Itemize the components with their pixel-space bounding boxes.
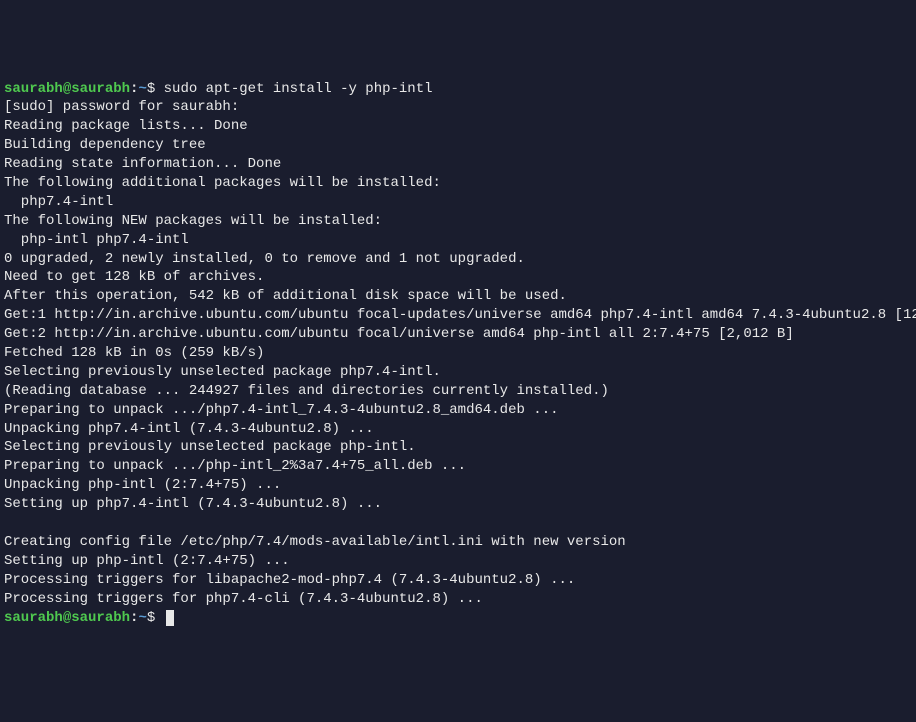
output-line: Get:1 http://in.archive.ubuntu.com/ubunt… bbox=[4, 307, 916, 323]
prompt-host: saurabh bbox=[71, 610, 130, 626]
output-line: 0 upgraded, 2 newly installed, 0 to remo… bbox=[4, 251, 525, 267]
prompt-line-2: saurabh@saurabh:~$ bbox=[4, 610, 174, 626]
output-line: Setting up php-intl (2:7.4+75) ... bbox=[4, 553, 290, 569]
output-line: The following additional packages will b… bbox=[4, 175, 441, 191]
output-line: Creating config file /etc/php/7.4/mods-a… bbox=[4, 534, 626, 550]
prompt-user: saurabh bbox=[4, 610, 63, 626]
output-line: Processing triggers for libapache2-mod-p… bbox=[4, 572, 575, 588]
output-line: The following NEW packages will be insta… bbox=[4, 213, 382, 229]
output-line: Reading state information... Done bbox=[4, 156, 281, 172]
prompt-user: saurabh bbox=[4, 81, 63, 97]
prompt-symbol: $ bbox=[147, 610, 155, 626]
output-line: Selecting previously unselected package … bbox=[4, 364, 441, 380]
prompt-symbol: $ bbox=[147, 81, 155, 97]
prompt-colon: : bbox=[130, 610, 138, 626]
prompt-path: ~ bbox=[138, 610, 146, 626]
prompt-path: ~ bbox=[138, 81, 146, 97]
cursor[interactable] bbox=[166, 610, 174, 626]
output-line: Unpacking php7.4-intl (7.4.3-4ubuntu2.8)… bbox=[4, 421, 374, 437]
output-line: Preparing to unpack .../php-intl_2%3a7.4… bbox=[4, 458, 466, 474]
output-line: Reading package lists... Done bbox=[4, 118, 248, 134]
output-line: Building dependency tree bbox=[4, 137, 264, 153]
output-line: [sudo] password for saurabh: bbox=[4, 99, 248, 115]
prompt-at: @ bbox=[63, 81, 71, 97]
prompt-host: saurabh bbox=[71, 81, 130, 97]
output-line: After this operation, 542 kB of addition… bbox=[4, 288, 567, 304]
output-line: Unpacking php-intl (2:7.4+75) ... bbox=[4, 477, 281, 493]
output-line: (Reading database ... 244927 files and d… bbox=[4, 383, 609, 399]
output-line: Need to get 128 kB of archives. bbox=[4, 269, 264, 285]
output-line: Fetched 128 kB in 0s (259 kB/s) bbox=[4, 345, 298, 361]
output-line: Get:2 http://in.archive.ubuntu.com/ubunt… bbox=[4, 326, 794, 342]
prompt-line-1: saurabh@saurabh:~$ sudo apt-get install … bbox=[4, 81, 433, 97]
terminal[interactable]: saurabh@saurabh:~$ sudo apt-get install … bbox=[4, 80, 912, 628]
command-text: sudo apt-get install -y php-intl bbox=[164, 81, 433, 97]
output-line: Setting up php7.4-intl (7.4.3-4ubuntu2.8… bbox=[4, 496, 382, 512]
output-line: Selecting previously unselected package … bbox=[4, 439, 416, 455]
output-line: Processing triggers for php7.4-cli (7.4.… bbox=[4, 591, 483, 607]
prompt-at: @ bbox=[63, 610, 71, 626]
output-line: Preparing to unpack .../php7.4-intl_7.4.… bbox=[4, 402, 559, 418]
output-line: php7.4-intl bbox=[4, 194, 113, 210]
output-line: php-intl php7.4-intl bbox=[4, 232, 189, 248]
